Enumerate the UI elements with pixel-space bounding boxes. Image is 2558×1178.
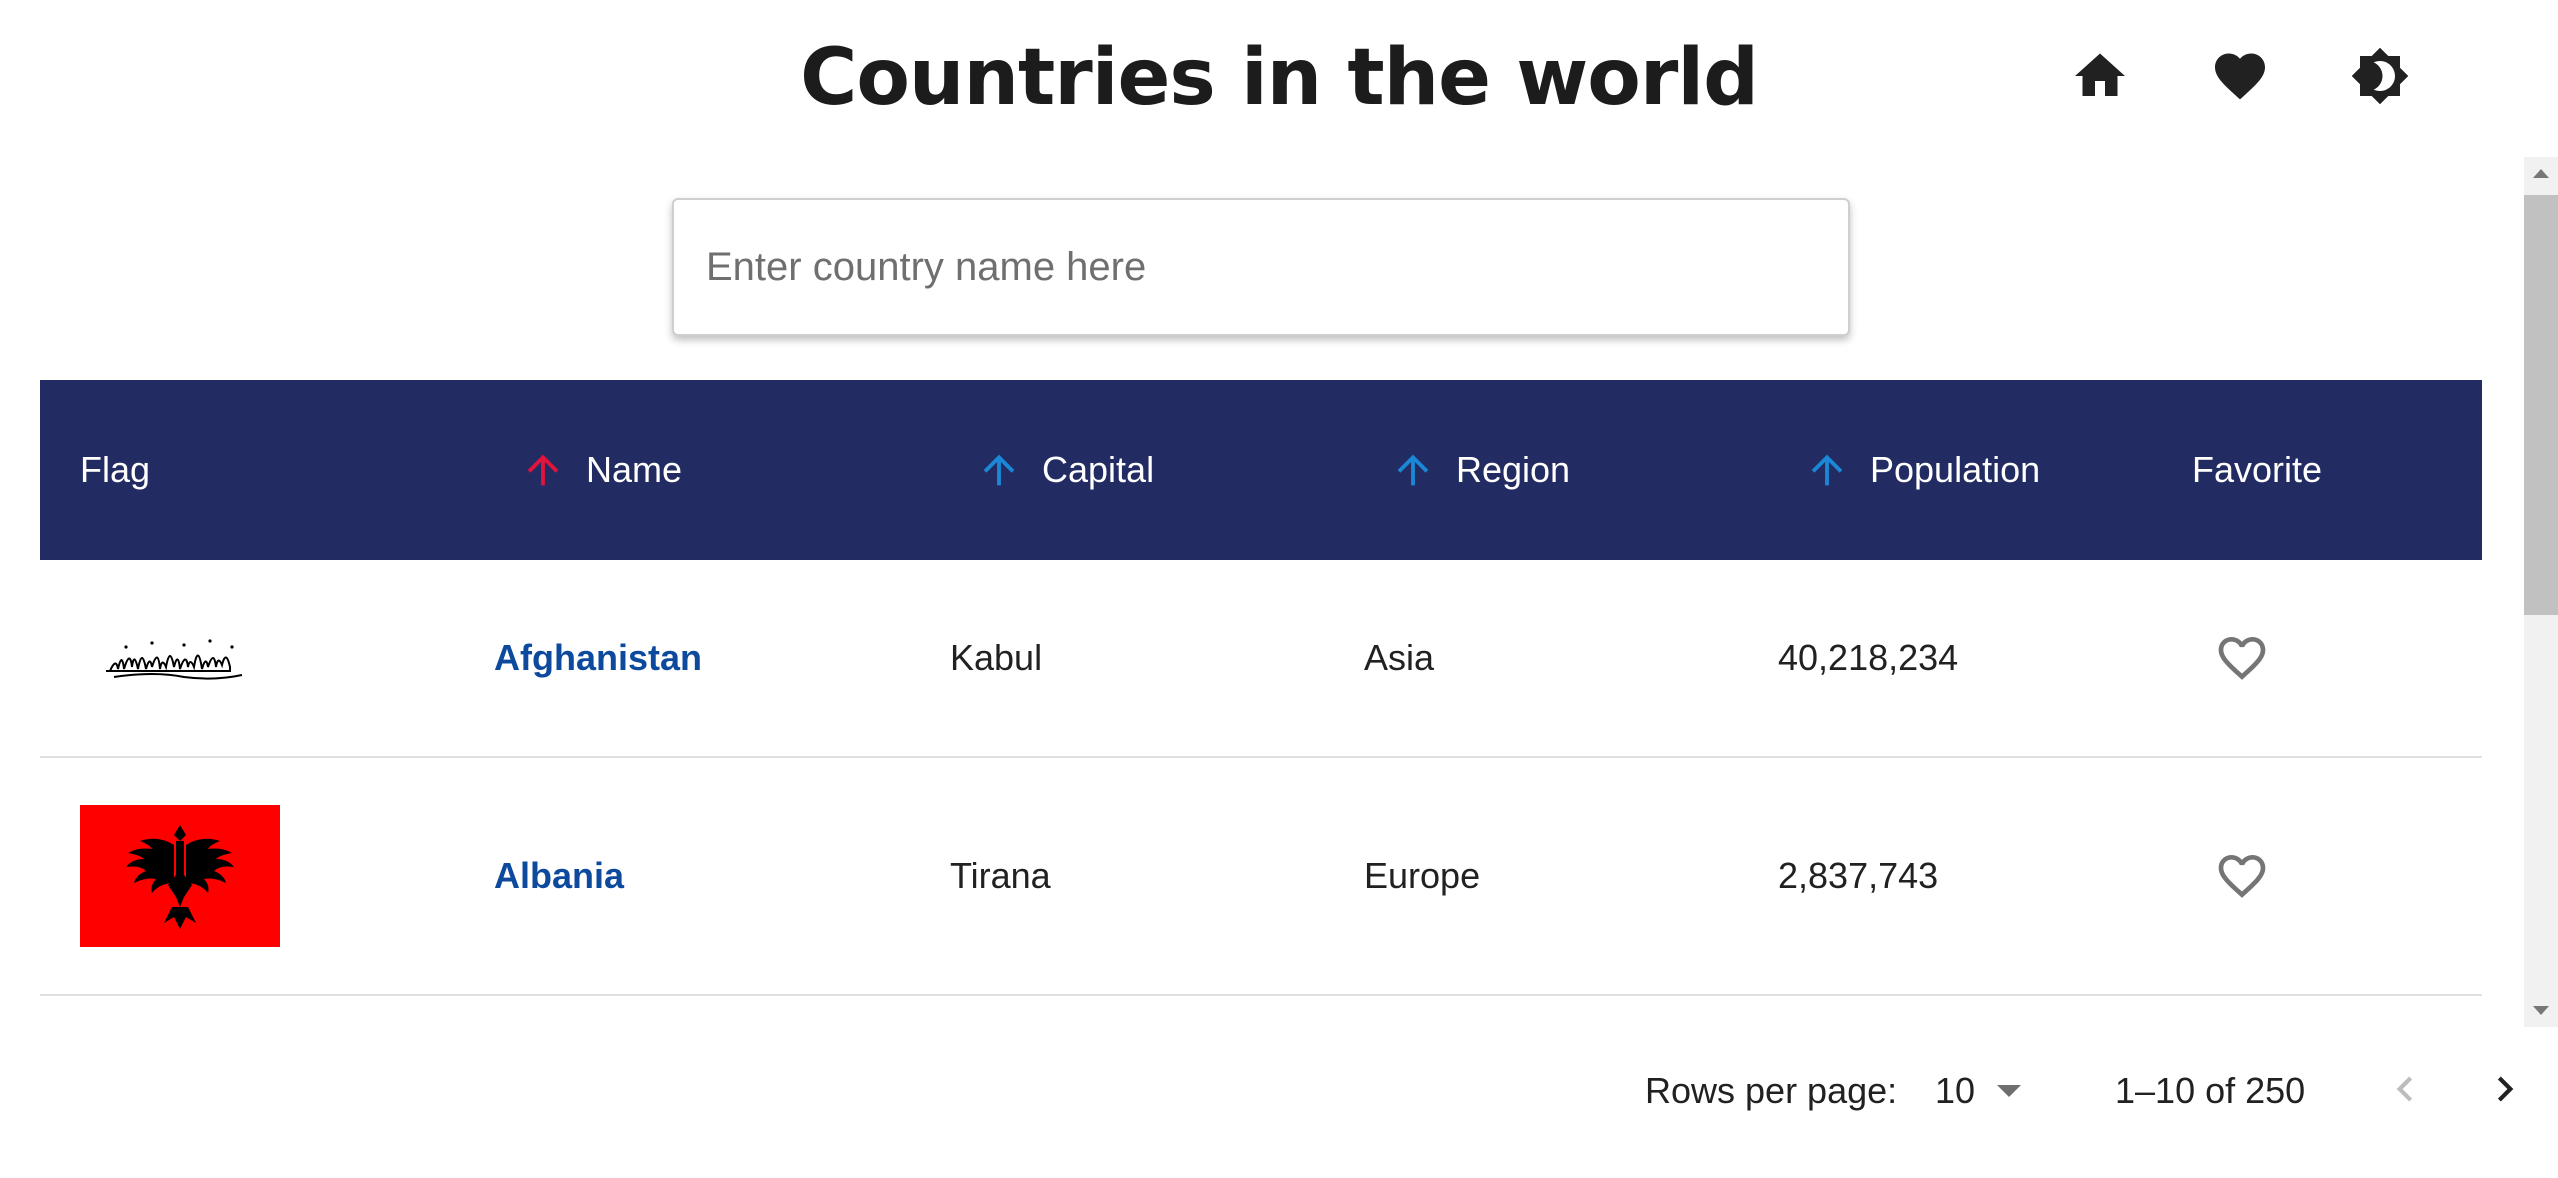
table-pagination: Rows per page: 10 1–10 of 250	[0, 1040, 2558, 1140]
search-input[interactable]	[674, 200, 1848, 334]
column-label: Region	[1456, 449, 1571, 490]
scrollbar-thumb[interactable]	[2524, 195, 2558, 615]
population-cell: 40,218,234	[1778, 637, 1959, 678]
favorites-heart-icon[interactable]	[2210, 46, 2270, 106]
region-cell: Asia	[1364, 637, 1435, 678]
search-box	[672, 198, 1850, 336]
sort-arrow-up-icon[interactable]	[976, 447, 1022, 493]
rows-per-page-select[interactable]: 10	[1935, 1070, 2022, 1112]
favorite-heart-outline-icon[interactable]	[2214, 758, 2270, 994]
rows-per-page-label: Rows per page:	[1645, 1070, 1898, 1111]
vertical-scrollbar[interactable]	[2524, 157, 2558, 1027]
sort-arrow-up-icon[interactable]	[1804, 447, 1850, 493]
dropdown-caret-icon	[1997, 1085, 2022, 1097]
rows-per-page-value: 10	[1935, 1070, 1976, 1111]
app-header: Countries in the world	[0, 0, 2558, 155]
home-icon[interactable]	[2070, 46, 2130, 106]
column-label: Population	[1870, 449, 2041, 490]
scroll-down-arrow-icon[interactable]	[2533, 1006, 2549, 1015]
column-header-favorite: Favorite	[2192, 380, 2322, 560]
scroll-up-arrow-icon[interactable]	[2533, 169, 2549, 178]
column-header-population[interactable]: Population	[1804, 380, 2040, 560]
column-header-flag: Flag	[80, 380, 150, 560]
region-cell: Europe	[1364, 855, 1481, 896]
population-cell: 2,837,743	[1778, 855, 1939, 896]
favorite-heart-outline-icon[interactable]	[2214, 560, 2270, 756]
column-label: Name	[586, 449, 683, 490]
previous-page-chevron-icon[interactable]	[2380, 1064, 2430, 1114]
pagination-range: 1–10 of 250	[2115, 1070, 2306, 1111]
column-label: Flag	[80, 449, 151, 490]
albania-flag	[80, 758, 280, 994]
table-row: Albania Tirana Europe 2,837,743	[40, 758, 2482, 996]
column-header-name[interactable]: Name	[520, 380, 682, 560]
sort-arrow-up-icon[interactable]	[520, 447, 566, 493]
page-title: Countries in the world	[800, 33, 1759, 123]
column-label: Favorite	[2192, 449, 2323, 490]
table-header: Flag Name Capital Region Population Favo…	[40, 380, 2482, 560]
column-header-region[interactable]: Region	[1390, 380, 1570, 560]
column-label: Capital	[1042, 449, 1155, 490]
country-name-link[interactable]: Albania	[494, 758, 624, 994]
sort-arrow-up-icon[interactable]	[1390, 447, 1436, 493]
brightness-icon[interactable]	[2350, 46, 2410, 106]
column-header-capital[interactable]: Capital	[976, 380, 1154, 560]
capital-cell: Tirana	[950, 855, 1051, 896]
countries-table: Flag Name Capital Region Population Favo…	[40, 380, 2482, 1025]
next-page-chevron-icon[interactable]	[2480, 1064, 2530, 1114]
capital-cell: Kabul	[950, 637, 1043, 678]
country-name-link[interactable]: Afghanistan	[494, 560, 702, 756]
table-row: Afghanistan Kabul Asia 40,218,234	[40, 560, 2482, 758]
afghanistan-flag	[106, 560, 248, 756]
